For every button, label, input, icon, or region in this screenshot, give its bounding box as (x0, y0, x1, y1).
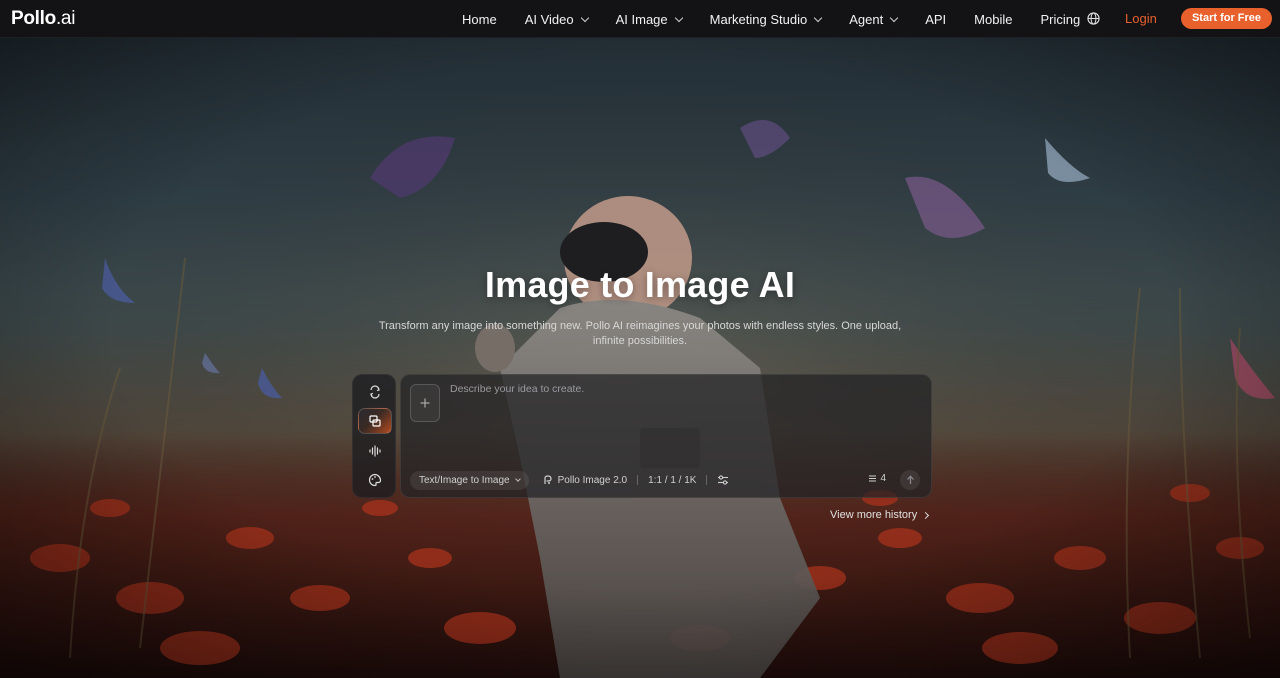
brand-name: Pollo (11, 8, 56, 29)
nav-item-agent[interactable]: Agent (849, 11, 899, 27)
nav-item-label: Marketing Studio (709, 11, 808, 27)
model-logo-icon (544, 475, 552, 484)
audio-wave-icon (369, 445, 381, 457)
nav-item-label: API (925, 11, 947, 27)
output-count[interactable]: 4 (868, 473, 886, 484)
hero-background-image (0, 38, 1280, 678)
view-more-history-link[interactable]: View more history (830, 509, 930, 521)
nav-item-mobile[interactable]: Mobile (974, 12, 1012, 27)
output-count-value: 4 (880, 473, 886, 484)
top-nav: Pollo.ai Home AI Video AI Image Marketin… (0, 0, 1280, 38)
nav-item-label: Mobile (974, 11, 1013, 27)
chevron-down-icon (514, 476, 521, 482)
brand-suffix: .ai (55, 8, 76, 29)
chevron-down-icon (813, 13, 823, 22)
mode-image-swap-button[interactable] (358, 408, 392, 434)
nav-item-label: Agent (849, 11, 884, 27)
mode-select-dropdown[interactable]: Text/Image to Image (410, 470, 529, 490)
nav-item-api[interactable]: API (925, 12, 946, 27)
prompt-toolbar: Text/Image to Image Pollo Image 2.0 1:1 … (410, 470, 922, 490)
nav-item-label: Pricing (1040, 11, 1081, 27)
prompt-input[interactable] (450, 383, 920, 443)
nav-item-label: AI Image (615, 11, 668, 27)
nav-item-label: Home (462, 11, 497, 27)
upload-image-button[interactable] (410, 384, 440, 422)
globe-icon[interactable] (1087, 12, 1100, 25)
palette-icon (368, 473, 382, 487)
model-select[interactable]: Pollo Image 2.0 (543, 474, 628, 486)
divider (706, 475, 708, 485)
mode-audio-button[interactable] (358, 438, 392, 464)
login-link[interactable]: Login (1125, 11, 1157, 26)
model-label: Pollo Image 2.0 (557, 474, 628, 486)
nav-item-ai-video[interactable]: AI Video (524, 11, 589, 27)
output-settings-summary[interactable]: 1:1 / 1 / 1K (648, 475, 696, 486)
mode-video-swap-button[interactable] (358, 379, 392, 405)
divider (637, 475, 639, 485)
stack-icon (869, 475, 877, 482)
plus-icon (420, 398, 430, 408)
image-swap-icon (369, 415, 381, 427)
chevron-right-icon (922, 511, 930, 519)
start-for-free-button[interactable]: Start for Free (1181, 8, 1272, 29)
chevron-down-icon (580, 13, 589, 22)
nav-item-home[interactable]: Home (462, 12, 497, 27)
sliders-icon[interactable] (717, 474, 729, 486)
mode-style-button[interactable] (358, 467, 392, 493)
prompt-panel: Text/Image to Image Pollo Image 2.0 1:1 … (400, 374, 932, 498)
nav-item-label: AI Video (524, 11, 574, 27)
arrow-up-icon (906, 475, 914, 484)
hero-section: Image to Image AI Transform any image in… (0, 38, 1280, 678)
page-title: Image to Image AI (484, 264, 796, 305)
page-subtitle: Transform any image into something new. … (378, 320, 902, 347)
mode-switcher (352, 374, 396, 498)
video-swap-icon (370, 385, 380, 399)
mode-select-label: Text/Image to Image (419, 474, 510, 486)
chevron-down-icon (674, 13, 683, 22)
generate-button[interactable] (900, 470, 920, 490)
nav-item-ai-image[interactable]: AI Image (615, 11, 683, 27)
brand-logo[interactable]: Pollo.ai (11, 8, 75, 30)
nav-item-marketing-studio[interactable]: Marketing Studio (709, 11, 823, 27)
history-link-label: View more history (830, 509, 918, 521)
nav-links: Home AI Video AI Image Marketing Studio … (462, 0, 1108, 38)
chevron-down-icon (889, 13, 899, 22)
nav-item-pricing[interactable]: Pricing (1040, 12, 1080, 27)
